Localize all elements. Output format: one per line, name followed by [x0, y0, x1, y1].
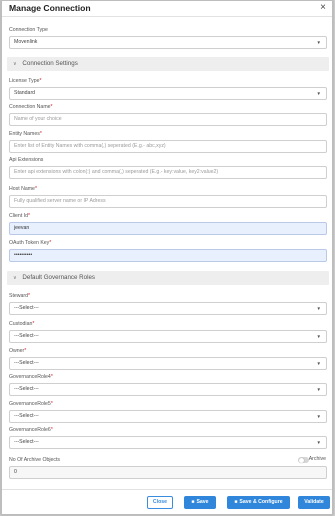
manage-connection-dialog: Manage Connection × Connection Type Move…: [1, 0, 333, 515]
steward-value: ---Select---: [14, 305, 39, 311]
steward-label: Steward*: [9, 293, 31, 299]
connection-type-value: Movenlink: [14, 39, 38, 45]
section-governance-roles[interactable]: ∨ Default Governance Roles: [7, 271, 329, 285]
owner-select[interactable]: ---Select--- ▼: [9, 357, 327, 370]
required-asterisk: *: [50, 104, 53, 110]
api-extensions-input[interactable]: Enter api extensions with colon(:) and c…: [9, 166, 327, 179]
required-asterisk: *: [39, 131, 42, 137]
required-asterisk: *: [34, 186, 37, 192]
license-type-value: Standard: [14, 90, 36, 96]
chevron-down-icon: ▼: [316, 40, 321, 45]
license-type-select[interactable]: Standard ▼: [9, 87, 327, 100]
client-id-input[interactable]: jeevan: [9, 222, 327, 235]
archive-toggle-label: Archive: [308, 456, 326, 462]
governance-role4-label: GovernanceRole4*: [9, 374, 53, 380]
required-asterisk: *: [28, 213, 31, 219]
custodian-select[interactable]: ---Select--- ▼: [9, 330, 327, 343]
required-asterisk: *: [50, 374, 53, 380]
required-asterisk: *: [50, 401, 53, 407]
validate-button[interactable]: Validate: [298, 496, 330, 509]
required-asterisk: *: [49, 240, 52, 246]
custodian-value: ---Select---: [14, 333, 39, 339]
governance-role5-value: ---Select---: [14, 413, 39, 419]
save-icon: ■: [234, 499, 238, 505]
section-title: Connection Settings: [22, 60, 78, 67]
entity-names-input[interactable]: Enter list of Entity Names with comma(,)…: [9, 140, 327, 153]
archive-objects-label: No Of Archive Objects: [9, 457, 61, 463]
chevron-down-icon: ▼: [316, 361, 321, 366]
section-title: Default Governance Roles: [22, 274, 95, 281]
required-asterisk: *: [28, 293, 31, 299]
governance-role6-value: ---Select---: [14, 439, 39, 445]
save-button[interactable]: ■ Save: [184, 496, 216, 509]
governance-role6-select[interactable]: ---Select--- ▼: [9, 436, 327, 449]
connection-type-select[interactable]: Movenlink ▼: [9, 36, 327, 49]
close-icon[interactable]: ×: [320, 2, 326, 14]
archive-toggle[interactable]: [298, 457, 309, 463]
chevron-down-icon: ▼: [316, 414, 321, 419]
chevron-down-icon: ▼: [316, 306, 321, 311]
connection-name-label: Connection Name*: [9, 104, 53, 110]
client-id-label: Client Id*: [9, 213, 31, 219]
governance-role4-value: ---Select---: [14, 386, 39, 392]
api-extensions-label: Api Extensions: [9, 157, 44, 163]
governance-role6-label: GovernanceRole6*: [9, 427, 53, 433]
governance-role4-select[interactable]: ---Select--- ▼: [9, 383, 327, 396]
owner-value: ---Select---: [14, 360, 39, 366]
save-button-label: Save: [196, 499, 209, 505]
entity-names-label: Entity Names*: [9, 131, 42, 137]
archive-objects-input[interactable]: 0: [9, 466, 327, 479]
save-configure-button-label: Save & Configure: [239, 499, 283, 505]
host-name-label: Host Name*: [9, 186, 37, 192]
custodian-label: Custodian*: [9, 321, 35, 327]
chevron-down-icon: ▼: [316, 387, 321, 392]
required-asterisk: *: [50, 427, 53, 433]
oauth-token-key-input[interactable]: ••••••••••: [9, 249, 327, 262]
governance-role5-label: GovernanceRole5*: [9, 401, 53, 407]
dialog-title: Manage Connection: [9, 3, 91, 13]
chevron-down-icon: ▼: [316, 440, 321, 445]
save-icon: ■: [191, 499, 195, 505]
governance-role5-select[interactable]: ---Select--- ▼: [9, 410, 327, 423]
connection-name-input[interactable]: Name of your choice: [9, 113, 327, 126]
required-asterisk: *: [39, 78, 42, 84]
owner-label: Owner*: [9, 348, 27, 354]
connection-type-label: Connection Type: [9, 27, 48, 33]
required-asterisk: *: [32, 321, 35, 327]
footer-divider: [2, 489, 332, 490]
oauth-token-key-label: OAuth Token Key*: [9, 240, 52, 246]
close-button[interactable]: Close: [147, 496, 173, 509]
header-divider: [2, 16, 332, 17]
save-configure-button[interactable]: ■ Save & Configure: [227, 496, 290, 509]
chevron-down-icon: ∨: [13, 275, 17, 281]
chevron-down-icon: ▼: [316, 91, 321, 96]
chevron-down-icon: ▼: [316, 334, 321, 339]
chevron-down-icon: ∨: [13, 61, 17, 67]
section-connection-settings[interactable]: ∨ Connection Settings: [7, 57, 329, 71]
license-type-label: License Type*: [9, 78, 42, 84]
required-asterisk: *: [24, 348, 27, 354]
host-name-input[interactable]: Fully qualified server name or IP Adress: [9, 195, 327, 208]
steward-select[interactable]: ---Select--- ▼: [9, 302, 327, 315]
